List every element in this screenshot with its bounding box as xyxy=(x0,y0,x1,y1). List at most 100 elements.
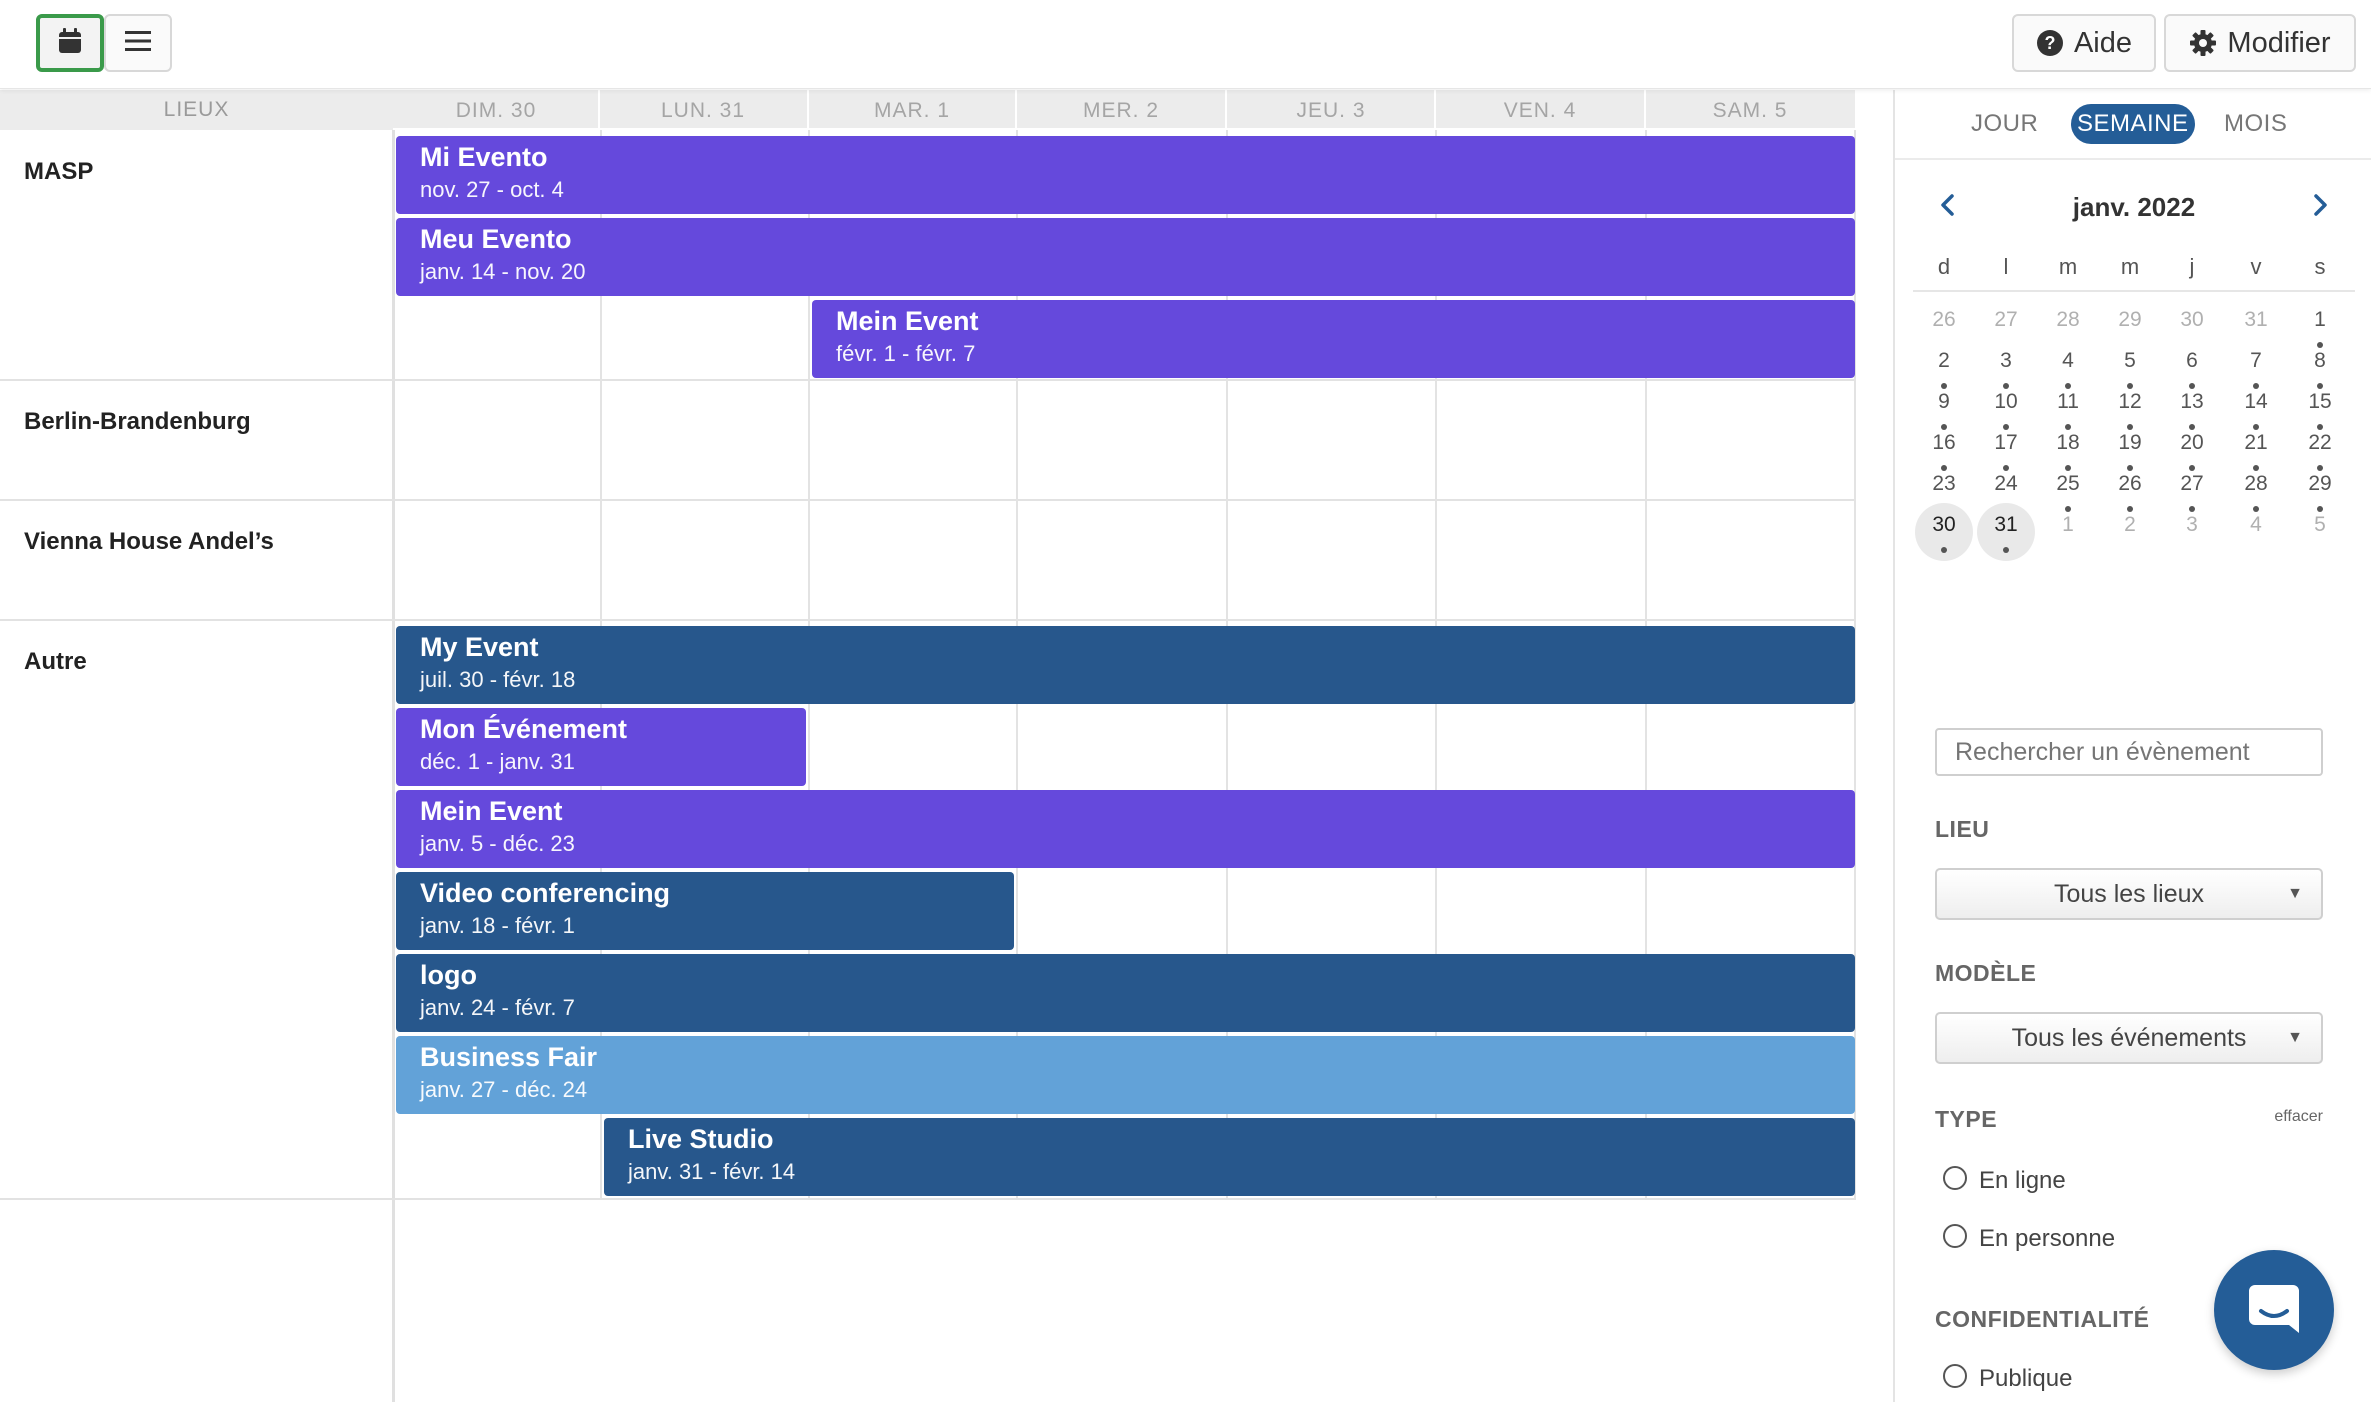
event-title: Live Studio xyxy=(628,1124,774,1154)
filter-side-panel: JOUR SEMAINE MOIS janv. 2022 dlmmjvs 26 2… xyxy=(1893,90,2371,1402)
help-label: Aide xyxy=(2073,26,2133,59)
weekday-label: l xyxy=(2003,254,2009,279)
venue-name: Vienna House Andel’s xyxy=(24,528,274,555)
weekday-label: m xyxy=(2120,254,2140,279)
event-title: My Event xyxy=(420,632,539,662)
day-header: DIM. 30 LUN. 31 MAR. 1 MER. 2 JEU. 3 VEN… xyxy=(393,90,1855,128)
calendar-day[interactable]: 4 xyxy=(2227,503,2285,561)
event-dates: janv. 24 - févr. 7 xyxy=(420,995,575,1020)
event-dates: nov. 27 - oct. 4 xyxy=(420,177,564,202)
previous-month-button[interactable] xyxy=(1933,192,1963,222)
day-header-cell: VEN. 4 xyxy=(1503,99,1577,122)
venue-select[interactable]: Tous les lieux ▼ xyxy=(1935,868,2323,920)
event-title: Meu Evento xyxy=(420,224,572,254)
radio-button[interactable] xyxy=(1943,1224,1967,1248)
calendar-day[interactable]: 30 xyxy=(1915,503,1973,561)
event-dates: juil. 30 - févr. 18 xyxy=(420,667,576,692)
event-title: Mi Evento xyxy=(420,142,548,172)
template-select[interactable]: Tous les événements ▼ xyxy=(1935,1012,2323,1064)
venue-column-divider xyxy=(392,130,395,1402)
event-title: logo xyxy=(420,960,477,990)
question-circle-icon: ? xyxy=(2036,29,2064,57)
calendar-day[interactable]: 3 xyxy=(2163,503,2221,561)
calendar-icon xyxy=(57,27,83,60)
event-dates: janv. 31 - févr. 14 xyxy=(628,1159,796,1184)
event-bar[interactable]: Mi Evento nov. 27 - oct. 4 xyxy=(396,136,1855,214)
event-title: Video conferencing xyxy=(420,878,671,908)
event-bar[interactable]: Video conferencing janv. 18 - févr. 1 xyxy=(396,872,1014,950)
venue-name: Autre xyxy=(24,648,87,675)
event-dates: janv. 14 - nov. 20 xyxy=(420,259,586,284)
list-icon xyxy=(124,29,152,58)
event-title: Mein Event xyxy=(420,796,563,826)
venue-name: Berlin-Brandenburg xyxy=(24,408,251,435)
template-filter-label: MODÈLE xyxy=(1935,960,2037,986)
type-filter-label: TYPE xyxy=(1935,1106,1998,1132)
tab-month[interactable]: MOIS xyxy=(2224,104,2287,144)
edit-label: Modifier xyxy=(2227,26,2331,59)
help-button[interactable]: ? Aide xyxy=(2012,14,2156,72)
caret-down-icon: ▼ xyxy=(2287,885,2303,902)
weekday-label: j xyxy=(2189,254,2195,279)
radio-label: En ligne xyxy=(1979,1167,2066,1194)
event-bar[interactable]: logo janv. 24 - févr. 7 xyxy=(396,954,1855,1032)
event-indicator-dot xyxy=(2003,547,2009,553)
chat-launcher-button[interactable] xyxy=(2214,1250,2334,1370)
weekday-label: v xyxy=(2250,254,2262,279)
radio-label: En personne xyxy=(1979,1225,2116,1252)
event-indicator-dot xyxy=(1941,547,1947,553)
venues-header: LIEUX xyxy=(0,90,393,130)
list-view-button[interactable] xyxy=(104,14,172,72)
day-header-cell: JEU. 3 xyxy=(1296,99,1366,122)
chevron-right-icon xyxy=(2312,193,2328,221)
event-dates: janv. 18 - févr. 1 xyxy=(420,913,575,938)
weekday-label: s xyxy=(2314,254,2326,279)
weekday-label: d xyxy=(1937,254,1951,279)
day-header-cell: MAR. 1 xyxy=(873,99,950,122)
event-bar[interactable]: Mein Event févr. 1 - févr. 7 xyxy=(812,300,1855,378)
event-bar[interactable]: My Event juil. 30 - févr. 18 xyxy=(396,626,1855,704)
radio-button[interactable] xyxy=(1943,1364,1967,1388)
event-search-input[interactable] xyxy=(1935,728,2323,776)
row-divider xyxy=(0,379,1856,381)
clear-type-filter-link[interactable]: effacer xyxy=(2274,1108,2323,1126)
tab-day[interactable]: JOUR xyxy=(1971,104,2038,144)
calendar-day[interactable]: 31 xyxy=(1977,503,2035,561)
event-bar[interactable]: Mein Event janv. 5 - déc. 23 xyxy=(396,790,1855,868)
event-title: Mein Event xyxy=(836,306,979,336)
day-header-cell: SAM. 5 xyxy=(1712,99,1788,122)
event-dates: févr. 1 - févr. 7 xyxy=(836,341,976,366)
day-header-cell: DIM. 30 xyxy=(455,99,537,122)
privacy-filter-label: CONFIDENTIALITÉ xyxy=(1935,1306,2150,1332)
event-bar[interactable]: Mon Événement déc. 1 - janv. 31 xyxy=(396,708,806,786)
event-dates: janv. 5 - déc. 23 xyxy=(420,831,575,856)
template-select-value: Tous les événements xyxy=(2011,1024,2247,1052)
row-divider xyxy=(0,619,1856,621)
event-bar[interactable]: Live Studio janv. 31 - févr. 14 xyxy=(604,1118,1855,1196)
weekday-divider xyxy=(1913,290,2355,292)
mini-calendar-month: janv. 2022 xyxy=(2072,192,2196,222)
view-switcher: JOUR SEMAINE MOIS xyxy=(1895,90,2371,160)
chat-bubble-icon xyxy=(2245,1279,2303,1342)
tab-week[interactable]: SEMAINE xyxy=(2071,104,2195,144)
next-month-button[interactable] xyxy=(2305,192,2335,222)
svg-text:?: ? xyxy=(2044,33,2055,53)
top-toolbar: ? Aide Modifier xyxy=(0,0,2371,89)
event-dates: déc. 1 - janv. 31 xyxy=(420,749,575,774)
calendar-day[interactable]: 1 xyxy=(2039,503,2097,561)
row-divider xyxy=(0,1198,1856,1200)
day-header-cell: MER. 2 xyxy=(1082,99,1159,122)
calendar-day[interactable]: 2 xyxy=(2101,503,2159,561)
row-divider xyxy=(0,499,1856,501)
radio-label: Publique xyxy=(1979,1365,2073,1392)
event-bar[interactable]: Meu Evento janv. 14 - nov. 20 xyxy=(396,218,1855,296)
day-header-cell: LUN. 31 xyxy=(660,99,746,122)
edit-button[interactable]: Modifier xyxy=(2164,14,2356,72)
radio-button[interactable] xyxy=(1943,1166,1967,1190)
event-title: Business Fair xyxy=(420,1042,598,1072)
calendar-day[interactable]: 5 xyxy=(2291,503,2349,561)
event-bar[interactable]: Business Fair janv. 27 - déc. 24 xyxy=(396,1036,1855,1114)
calendar-view-button[interactable] xyxy=(36,14,104,72)
gear-icon xyxy=(2189,29,2217,57)
weekday-label: m xyxy=(2058,254,2078,279)
